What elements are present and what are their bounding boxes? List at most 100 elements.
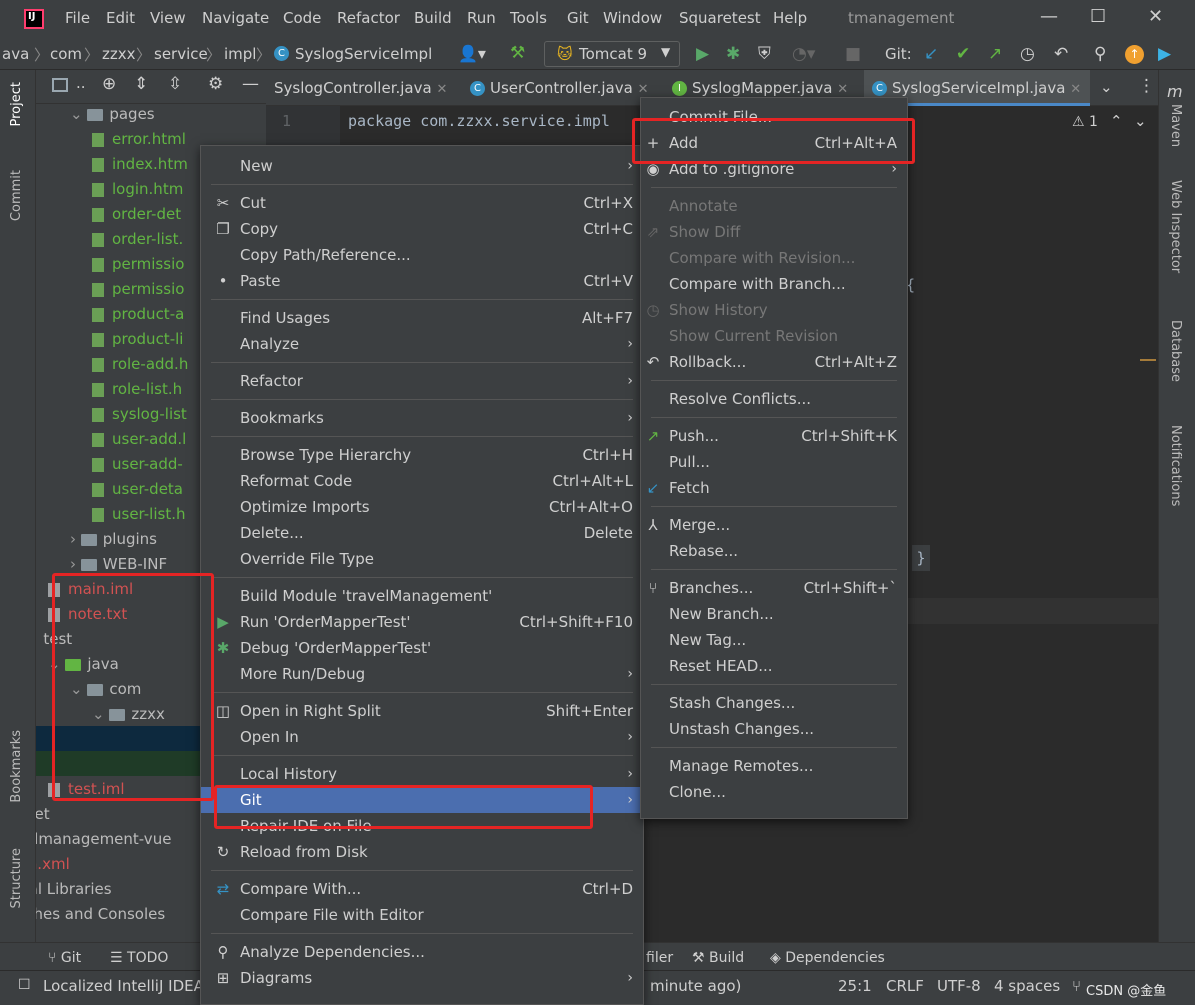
branch-icon[interactable]: ⑂ <box>1072 977 1081 995</box>
gear-icon[interactable]: ⚙ <box>208 74 223 94</box>
menu-item-reset-head[interactable]: Reset HEAD... <box>641 653 907 679</box>
expand-arrow-icon[interactable]: › <box>70 530 81 548</box>
line-separator[interactable]: CRLF <box>886 977 924 995</box>
menu-item-debug-ordermappertest[interactable]: ✱ Debug 'OrderMapperTest' <box>201 635 643 661</box>
rollback-icon[interactable]: ↶ <box>1054 44 1068 64</box>
tab-user-controller[interactable]: C UserController.java ✕ <box>462 70 658 106</box>
menu-item-paste[interactable]: • Paste Ctrl+V <box>201 268 643 294</box>
breadcrumb-item[interactable]: impl <box>224 45 256 63</box>
menu-item-stash-changes[interactable]: Stash Changes... <box>641 690 907 716</box>
build-tool-tab[interactable]: ⚒ Build <box>692 950 744 966</box>
menu-item-merge[interactable]: ⅄ Merge... <box>641 512 907 538</box>
coverage-icon[interactable]: ⛨ <box>758 44 771 64</box>
menu-item-diagrams[interactable]: ⊞ Diagrams › <box>201 965 643 991</box>
close-icon[interactable]: ✕ <box>436 82 447 97</box>
hammer-icon[interactable]: ⚒ <box>510 43 525 63</box>
breadcrumb-item[interactable]: ava <box>2 45 29 63</box>
menu-item-reload-from-disk[interactable]: ↻ Reload from Disk <box>201 839 643 865</box>
indent-setting[interactable]: 4 spaces <box>994 977 1060 995</box>
menu-item-new[interactable]: New › <box>201 153 643 179</box>
menu-item-more-run-debug[interactable]: More Run/Debug › <box>201 661 643 687</box>
menu-item-new-branch[interactable]: New Branch... <box>641 601 907 627</box>
menu-item-run-ordermappertest[interactable]: ▶ Run 'OrderMapperTest' Ctrl+Shift+F10 <box>201 609 643 635</box>
chevron-down-icon[interactable]: ⌄ <box>1100 78 1113 96</box>
menu-item-show-diff[interactable]: ⇗ Show Diff <box>641 219 907 245</box>
maximize-button[interactable]: ☐ <box>1090 6 1106 27</box>
run-icon[interactable]: ▶ <box>696 44 709 64</box>
menu-item-pull[interactable]: Pull... <box>641 449 907 475</box>
hide-panel-icon[interactable]: — <box>242 74 259 94</box>
tree-item[interactable]: ⌄ pages <box>36 102 266 127</box>
git-update-icon[interactable]: ↙ <box>924 44 938 64</box>
menu-item-unstash-changes[interactable]: Unstash Changes... <box>641 716 907 742</box>
menu-item-browse-type-hierarchy[interactable]: Browse Type Hierarchy Ctrl+H <box>201 442 643 468</box>
menu-item-bookmarks[interactable]: Bookmarks › <box>201 405 643 431</box>
database-tool-button[interactable]: Database <box>1168 320 1183 382</box>
menu-run[interactable]: Run <box>467 9 496 27</box>
menu-item-override-file-type[interactable]: Override File Type <box>201 546 643 572</box>
history-icon[interactable]: ◷ <box>1020 44 1035 64</box>
status-icon[interactable]: ☐ <box>18 977 31 993</box>
project-view-icon[interactable] <box>52 78 68 92</box>
menu-item-local-history[interactable]: Local History › <box>201 761 643 787</box>
profiler-tool-tab[interactable]: filer <box>646 950 673 966</box>
expand-arrow-icon[interactable]: ⌄ <box>70 105 87 123</box>
tab-syslog-controller[interactable]: SyslogController.java ✕ <box>266 70 456 106</box>
more-icon[interactable]: ⋮ <box>1138 76 1155 96</box>
menu-item-compare-with[interactable]: ⇄ Compare With... Ctrl+D <box>201 876 643 902</box>
git-tool-tab[interactable]: ⑂ Git <box>48 950 81 966</box>
menu-item-find-usages[interactable]: Find Usages Alt+F7 <box>201 305 643 331</box>
notifications-tool-button[interactable]: Notifications <box>1168 425 1183 506</box>
menu-build[interactable]: Build <box>414 9 452 27</box>
menu-item-push[interactable]: ↗ Push... Ctrl+Shift+K <box>641 423 907 449</box>
menu-item-open-in-right-split[interactable]: ◫ Open in Right Split Shift+Enter <box>201 698 643 724</box>
user-icon[interactable]: 👤▾ <box>458 44 486 63</box>
menu-item-open-in[interactable]: Open In › <box>201 724 643 750</box>
breadcrumb-item[interactable]: zzxx <box>102 45 136 63</box>
close-icon[interactable]: ✕ <box>1070 82 1081 97</box>
menu-item-branches[interactable]: ⑂ Branches... Ctrl+Shift+` <box>641 575 907 601</box>
breadcrumb-current[interactable]: SyslogServiceImpl <box>295 45 432 63</box>
update-icon[interactable]: ↑ <box>1125 45 1144 64</box>
web-inspector-tool-button[interactable]: Web Inspector <box>1168 180 1183 273</box>
close-button[interactable]: ✕ <box>1148 6 1163 27</box>
menu-item-copy[interactable]: ❐ Copy Ctrl+C <box>201 216 643 242</box>
menu-item-build-module-travelmanagement[interactable]: Build Module 'travelManagement' <box>201 583 643 609</box>
todo-tool-tab[interactable]: ☰ TODO <box>110 950 168 966</box>
menu-item-new-tag[interactable]: New Tag... <box>641 627 907 653</box>
expand-arrow-icon[interactable]: › <box>70 555 81 573</box>
git-commit-icon[interactable]: ✔ <box>956 44 970 64</box>
menu-item-compare-with-branch[interactable]: Compare with Branch... <box>641 271 907 297</box>
commit-tool-button[interactable]: Commit <box>9 170 24 221</box>
next-highlight-icon[interactable]: ⌄ <box>1134 112 1147 130</box>
menu-item-rollback[interactable]: ↶ Rollback... Ctrl+Alt+Z <box>641 349 907 375</box>
menu-item-copy-path-reference[interactable]: Copy Path/Reference... <box>201 242 643 268</box>
maven-tool-button[interactable]: Maven <box>1168 104 1183 147</box>
breadcrumb-item[interactable]: service <box>154 45 208 63</box>
menu-item-compare-file-with-editor[interactable]: Compare File with Editor <box>201 902 643 928</box>
menu-item-optimize-imports[interactable]: Optimize Imports Ctrl+Alt+O <box>201 494 643 520</box>
menu-git[interactable]: Git <box>567 9 589 27</box>
menu-item-delete[interactable]: Delete... Delete <box>201 520 643 546</box>
search-icon[interactable]: ⚲ <box>1094 44 1106 64</box>
file-encoding[interactable]: UTF-8 <box>937 977 981 995</box>
menu-tools[interactable]: Tools <box>510 9 547 27</box>
menu-item-rebase[interactable]: Rebase... <box>641 538 907 564</box>
project-tool-button[interactable]: Project <box>9 82 24 126</box>
run-configuration-dropdown[interactable]: 🐱 Tomcat 9 ▼ <box>544 41 680 67</box>
menu-item-manage-remotes[interactable]: Manage Remotes... <box>641 753 907 779</box>
menu-item-cut[interactable]: ✂ Cut Ctrl+X <box>201 190 643 216</box>
menu-item-reformat-code[interactable]: Reformat Code Ctrl+Alt+L <box>201 468 643 494</box>
structure-tool-button[interactable]: Structure <box>9 848 24 908</box>
menu-item-compare-with-revision[interactable]: Compare with Revision... <box>641 245 907 271</box>
stop-icon[interactable]: ■ <box>845 44 861 64</box>
menu-item-resolve-conflicts[interactable]: Resolve Conflicts... <box>641 386 907 412</box>
menu-code[interactable]: Code <box>283 9 321 27</box>
prev-highlight-icon[interactable]: ⌃ <box>1110 112 1123 130</box>
menu-item-annotate[interactable]: Annotate <box>641 193 907 219</box>
menu-item-show-current-revision[interactable]: Show Current Revision <box>641 323 907 349</box>
locate-icon[interactable]: ⊕ <box>102 74 116 94</box>
menu-edit[interactable]: Edit <box>106 9 135 27</box>
menu-item-refactor[interactable]: Refactor › <box>201 368 643 394</box>
close-icon[interactable]: ✕ <box>837 82 848 97</box>
